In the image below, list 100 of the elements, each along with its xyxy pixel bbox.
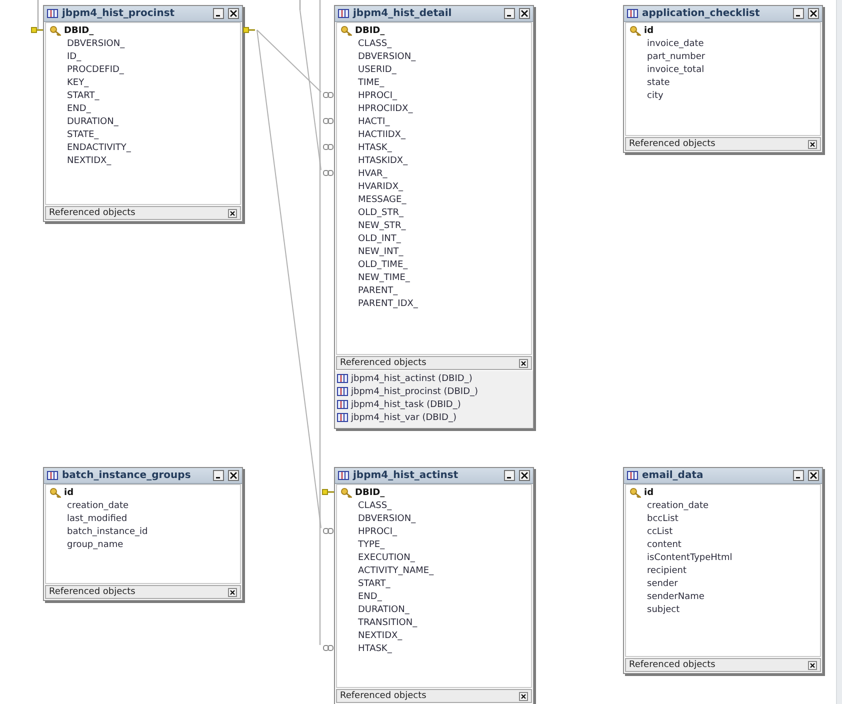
field-name[interactable]: PARENT_IDX_	[358, 298, 418, 308]
table-title: email_data	[642, 470, 704, 481]
table-card[interactable]	[334, 5, 534, 429]
scrollbar[interactable]	[836, 0, 842, 704]
close-button[interactable]	[519, 8, 530, 19]
field-name[interactable]: OLD_TIME_	[358, 260, 408, 270]
minimize-button[interactable]	[793, 470, 804, 481]
field-name[interactable]: ccList	[647, 526, 673, 536]
minimize-button[interactable]	[504, 470, 515, 481]
field-name[interactable]: sender	[647, 578, 678, 588]
field-name[interactable]: HACTIIDX_	[358, 130, 406, 140]
field-name[interactable]: creation_date	[67, 500, 129, 510]
field-name[interactable]: id	[644, 488, 654, 498]
field-name[interactable]: NEW_STR_	[358, 220, 406, 230]
close-button[interactable]	[808, 8, 819, 19]
reference-item[interactable]: jbpm4_hist_var (DBID_)	[351, 412, 456, 422]
field-name[interactable]: PARENT_	[358, 286, 398, 296]
table-card[interactable]: batch_instance_groups id creation_date last_modified batch_instance_id group_name Referenced objects	[43, 467, 243, 601]
field-name[interactable]: part_number	[647, 52, 706, 62]
close-button[interactable]	[228, 588, 237, 596]
field-name[interactable]: KEY_	[67, 78, 89, 88]
field-name[interactable]: NEW_TIME_	[358, 272, 410, 282]
field-name[interactable]: EXECUTION_	[358, 552, 415, 562]
field-name[interactable]: bccList	[647, 514, 678, 524]
field-name[interactable]: id	[64, 488, 74, 498]
field-name[interactable]: creation_date	[647, 500, 709, 510]
field-name[interactable]: DURATION_	[358, 604, 410, 614]
close-button[interactable]	[519, 358, 528, 368]
field-name[interactable]: ENDACTIVITY_	[67, 142, 131, 152]
field-name[interactable]: HTASK_	[358, 142, 392, 152]
close-button[interactable]	[228, 8, 239, 19]
field-name[interactable]: NEW_INT_	[358, 246, 404, 256]
minimize-button[interactable]	[504, 8, 515, 19]
reference-item[interactable]: jbpm4_hist_procinst (DBID_)	[351, 386, 478, 396]
table-card[interactable]: email_data id creation_date bccList ccList content isContentTypeHtml recipient sender senderName subject Referenced objects	[623, 467, 823, 674]
minimize-button[interactable]	[213, 8, 224, 19]
field-name[interactable]: START_	[67, 90, 100, 100]
field-name[interactable]: id	[644, 26, 654, 36]
field-name[interactable]: HPROCIIDX_	[358, 104, 413, 114]
field-name[interactable]: DURATION_	[67, 116, 118, 126]
field-name[interactable]: HPROCI_	[358, 526, 397, 536]
close-button[interactable]	[808, 140, 817, 148]
field-name[interactable]: DBID_	[355, 26, 385, 36]
close-button[interactable]	[228, 470, 239, 481]
field-name[interactable]: CLASS_	[358, 500, 392, 510]
field-name[interactable]: content	[647, 540, 682, 550]
field-name[interactable]: last_modified	[67, 514, 128, 524]
field-name[interactable]: USERID_	[358, 64, 396, 74]
field-name[interactable]: state	[647, 78, 670, 88]
field-name[interactable]: invoice_total	[647, 64, 704, 74]
field-name[interactable]: NEXTIDX_	[67, 156, 112, 166]
field-name[interactable]: isContentTypeHtml	[647, 552, 732, 562]
table-card[interactable]: jbpm4_hist_procinst DBID_ DBVERSION_ ID_ PROCDEFID_ KEY_ START_ END_ DURATION_ STATE_ ENDACTIVITY_ NEXTIDX_ Referenced objects	[43, 5, 243, 222]
field-name[interactable]: senderName	[647, 592, 704, 602]
field-name[interactable]: PROCDEFID_	[67, 64, 124, 74]
field-name[interactable]: HPROCI_	[358, 90, 397, 100]
field-name[interactable]: HACTI_	[358, 116, 390, 126]
field-name[interactable]: batch_instance_id	[67, 526, 148, 536]
field-name[interactable]: START_	[358, 578, 390, 588]
table-card[interactable]: jbpm4_hist_actinst DBID_ CLASS_ DBVERSION_ HPROCI_ TYPE_ EXECUTION_ ACTIVITY_NAME_ START_ END_ DURATION_ TRANSITION_ NEXTIDX_ HTASK_ Referenced objects	[334, 467, 534, 704]
field-name[interactable]: NEXTIDX_	[358, 630, 402, 640]
references-label: Referenced objects	[629, 139, 716, 149]
minimize-button[interactable]	[793, 8, 804, 19]
field-name[interactable]: DBVERSION_	[67, 38, 125, 48]
field-name[interactable]: group_name	[67, 540, 124, 550]
field-name[interactable]: invoice_date	[647, 38, 704, 48]
field-name[interactable]: END_	[67, 104, 91, 114]
field-name[interactable]: MESSAGE_	[358, 194, 406, 204]
field-name[interactable]: HVAR_	[358, 168, 388, 178]
field-name[interactable]: DBID_	[355, 488, 385, 498]
field-name[interactable]: DBID_	[64, 26, 94, 36]
field-name[interactable]: TRANSITION_	[358, 618, 418, 628]
close-button[interactable]	[228, 208, 237, 218]
reference-item[interactable]: jbpm4_hist_task (DBID_)	[351, 400, 461, 410]
field-name[interactable]: DBVERSION_	[358, 52, 416, 62]
close-button[interactable]	[519, 692, 528, 700]
field-name[interactable]: TIME_	[358, 78, 384, 88]
field-name[interactable]: ID_	[67, 52, 82, 62]
table-title: jbpm4_hist_detail	[353, 8, 453, 19]
close-button[interactable]	[519, 470, 530, 481]
field-name[interactable]: CLASS_	[358, 38, 392, 48]
close-button[interactable]	[808, 660, 817, 670]
field-name[interactable]: OLD_INT_	[358, 234, 401, 244]
field-name[interactable]: recipient	[647, 566, 686, 576]
minimize-button[interactable]	[213, 470, 224, 481]
field-name[interactable]: HVARIDX_	[358, 182, 404, 192]
close-button[interactable]	[808, 470, 819, 481]
field-name[interactable]: subject	[647, 604, 680, 614]
field-name[interactable]: OLD_STR_	[358, 208, 404, 218]
field-name[interactable]: ACTIVITY_NAME_	[358, 566, 434, 576]
reference-item[interactable]: jbpm4_hist_actinst (DBID_)	[351, 374, 472, 384]
field-name[interactable]: HTASKIDX_	[358, 156, 408, 166]
field-name[interactable]: TYPE_	[358, 540, 385, 550]
table-card[interactable]: application_checklist id invoice_date part_number invoice_total state city Referenced objects	[623, 5, 823, 153]
field-name[interactable]: HTASK_	[358, 644, 392, 654]
field-name[interactable]: END_	[358, 592, 382, 602]
field-name[interactable]: DBVERSION_	[358, 514, 416, 524]
field-name[interactable]: STATE_	[67, 130, 99, 140]
field-name[interactable]: city	[647, 90, 664, 100]
table-icon	[627, 471, 638, 480]
